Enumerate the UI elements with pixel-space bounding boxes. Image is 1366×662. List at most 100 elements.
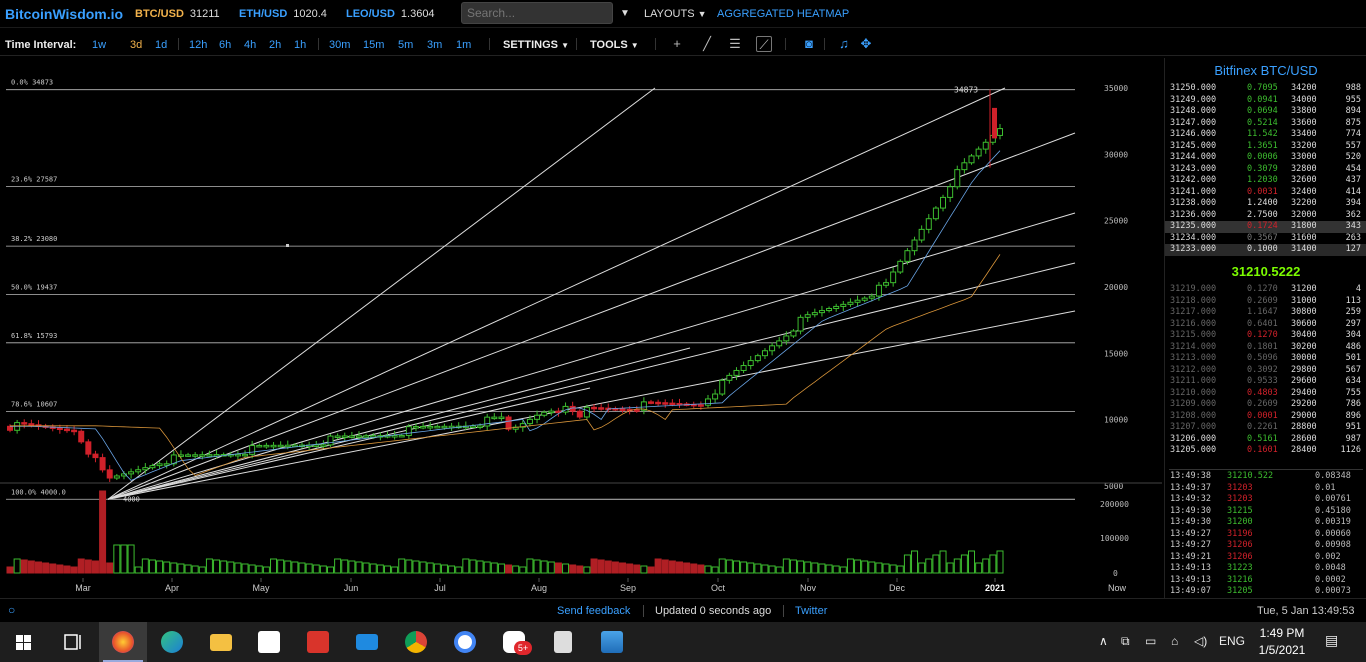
fullscreen-icon[interactable]: ✥ — [858, 36, 874, 52]
calculator-app[interactable] — [539, 622, 587, 662]
site-logo[interactable]: BitcoinWisdom.io — [5, 6, 123, 22]
ticker-eth[interactable]: ETH/USD 1020.4 — [239, 8, 327, 20]
photos-app[interactable] — [588, 622, 636, 662]
settings-menu[interactable]: SETTINGS ▼ — [503, 39, 569, 51]
bid-row[interactable]: 31233.000 0.1000 31400 127 — [1165, 244, 1366, 256]
ask-row[interactable]: 31218.000 0.2609 31000 113 — [1165, 296, 1366, 308]
interval-1d[interactable]: 1d — [155, 39, 167, 51]
ask-row[interactable]: 31219.000 0.1270 31200 4 — [1165, 284, 1366, 296]
bid-row[interactable]: 31243.000 0.3079 32800 454 — [1165, 164, 1366, 176]
bid-row[interactable]: 31238.000 1.2400 32200 394 — [1165, 198, 1366, 210]
bid-row[interactable]: 31234.000 0.3567 31600 263 — [1165, 233, 1366, 245]
volume-icon[interactable]: ◁) — [1194, 634, 1207, 648]
volume-bar — [298, 562, 306, 574]
firefox-app[interactable] — [99, 622, 147, 662]
interval-5m[interactable]: 5m — [398, 39, 413, 51]
bid-row[interactable]: 31236.000 2.7500 32000 362 — [1165, 210, 1366, 222]
order-book-title[interactable]: Bitfinex BTC/USD — [1165, 63, 1366, 78]
meet-icon[interactable]: ⧉ — [1121, 634, 1130, 649]
volume-bar — [683, 562, 691, 574]
bid-row[interactable]: 31245.000 1.3651 33200 557 — [1165, 141, 1366, 153]
candle — [412, 426, 419, 429]
ask-row[interactable]: 31213.000 0.5096 30000 501 — [1165, 353, 1366, 365]
chevron-up-icon[interactable]: ∧ — [1099, 634, 1108, 648]
ticker-leo[interactable]: LEO/USD 1.3604 — [346, 8, 435, 20]
ask-row[interactable]: 31209.000 0.2609 29200 786 — [1165, 399, 1366, 411]
ask-row[interactable]: 31207.000 0.2261 28800 951 — [1165, 422, 1366, 434]
ask-row[interactable]: 31212.000 0.3092 29800 567 — [1165, 365, 1366, 377]
bid-row[interactable]: 31247.000 0.5214 33600 875 — [1165, 118, 1366, 130]
price-chart[interactable]: 0.0% 34873 23.6% 27587 38.2% 23080 50.0% 19… — [0, 58, 1162, 598]
fan-tool-icon[interactable]: ⟋ — [756, 36, 772, 52]
bid-row[interactable]: 31244.000 0.0006 33000 520 — [1165, 152, 1366, 164]
camera-icon[interactable]: ◙ — [801, 36, 817, 52]
send-feedback-link[interactable]: Send feedback — [557, 605, 630, 617]
bid-row[interactable]: 31235.000 0.1724 31800 343 — [1165, 221, 1366, 233]
ask-row[interactable]: 31208.000 0.0001 29000 896 — [1165, 411, 1366, 423]
bell-icon[interactable]: ♫ — [836, 36, 852, 52]
google-app[interactable] — [441, 622, 489, 662]
interval-4h[interactable]: 4h — [244, 39, 256, 51]
interval-1w[interactable]: 1w — [92, 39, 106, 51]
layouts-menu[interactable]: LAYOUTS ▼ — [644, 8, 707, 20]
twitter-link[interactable]: Twitter — [795, 605, 827, 617]
file-explorer-app[interactable] — [197, 622, 245, 662]
aggregated-heatmap-link[interactable]: AGGREGATED HEATMAP — [717, 8, 849, 20]
ask-row[interactable]: 31215.000 0.1270 30400 304 — [1165, 330, 1366, 342]
bid-price: 31241.000 — [1170, 186, 1217, 197]
edge-app[interactable] — [148, 622, 196, 662]
clock[interactable]: 1:49 PM 1/5/2021 — [1257, 626, 1307, 657]
bid-row[interactable]: 31248.000 0.0694 33800 894 — [1165, 106, 1366, 118]
battery-icon[interactable]: ▭ — [1145, 634, 1156, 648]
ask-row[interactable]: 31211.000 0.9533 29600 634 — [1165, 376, 1366, 388]
zalo-app[interactable]: 5+ — [490, 622, 538, 662]
language-indicator[interactable]: ENG — [1219, 634, 1245, 648]
start-button[interactable] — [0, 622, 48, 662]
ask-row[interactable]: 31205.000 0.1601 28400 1126 — [1165, 445, 1366, 457]
volume-bar — [882, 563, 890, 574]
trade-time: 13:49:07 — [1170, 586, 1211, 596]
volume-bar — [170, 562, 178, 574]
chrome-app[interactable] — [392, 622, 440, 662]
ask-row[interactable]: 31216.000 0.6401 30600 297 — [1165, 319, 1366, 331]
crosshair-icon[interactable]: + — [669, 36, 685, 52]
gift-app[interactable] — [294, 622, 342, 662]
trade-amount: 0.00761 — [1315, 494, 1351, 504]
candle — [598, 407, 605, 410]
interval-2h[interactable]: 2h — [269, 39, 281, 51]
google-icon — [454, 631, 476, 653]
interval-12h[interactable]: 12h — [189, 39, 207, 51]
bid-row[interactable]: 31249.000 0.0941 34000 955 — [1165, 95, 1366, 107]
interval-15m[interactable]: 15m — [363, 39, 384, 51]
bid-row[interactable]: 31242.000 1.2030 32600 437 — [1165, 175, 1366, 187]
interval-1m[interactable]: 1m — [456, 39, 471, 51]
search-dropdown-icon[interactable]: ▼ — [620, 8, 630, 19]
bid-row[interactable]: 31250.000 0.7095 34200 988 — [1165, 83, 1366, 95]
bid-row[interactable]: 31241.000 0.0031 32400 414 — [1165, 187, 1366, 199]
ask-row[interactable]: 31210.000 0.4803 29400 755 — [1165, 388, 1366, 400]
line-tool-icon[interactable]: ╱ — [699, 36, 715, 52]
task-view-button[interactable] — [48, 622, 96, 662]
interval-30m[interactable]: 30m — [329, 39, 350, 51]
chart-canvas[interactable]: 0.0% 34873 23.6% 27587 38.2% 23080 50.0% 19… — [0, 58, 1162, 598]
volume-bar — [611, 561, 619, 574]
interval-3m[interactable]: 3m — [427, 39, 442, 51]
interval-1h[interactable]: 1h — [294, 39, 306, 51]
trade-price: 31203 — [1227, 494, 1253, 504]
tools-menu[interactable]: TOOLS ▼ — [590, 39, 639, 51]
interval-6h[interactable]: 6h — [219, 39, 231, 51]
ask-row[interactable]: 31214.000 0.1801 30200 486 — [1165, 342, 1366, 354]
candle — [761, 350, 768, 357]
ask-row[interactable]: 31217.000 1.1647 30800 259 — [1165, 307, 1366, 319]
fib-tool-icon[interactable]: ☰ — [727, 36, 743, 52]
network-icon[interactable]: ⌂ — [1171, 634, 1178, 648]
interval-3d[interactable]: 3d — [130, 39, 142, 51]
notifications-icon[interactable]: ▤ — [1325, 632, 1338, 649]
bid-row[interactable]: 31246.000 11.542 33400 774 — [1165, 129, 1366, 141]
ask-row[interactable]: 31206.000 0.5161 28600 987 — [1165, 434, 1366, 446]
ask-price: 31219.000 — [1170, 284, 1217, 294]
search-input[interactable] — [461, 2, 613, 24]
ticker-btc[interactable]: BTC/USD 31211 — [135, 8, 220, 20]
store-app[interactable] — [245, 622, 293, 662]
mail-app[interactable] — [343, 622, 391, 662]
